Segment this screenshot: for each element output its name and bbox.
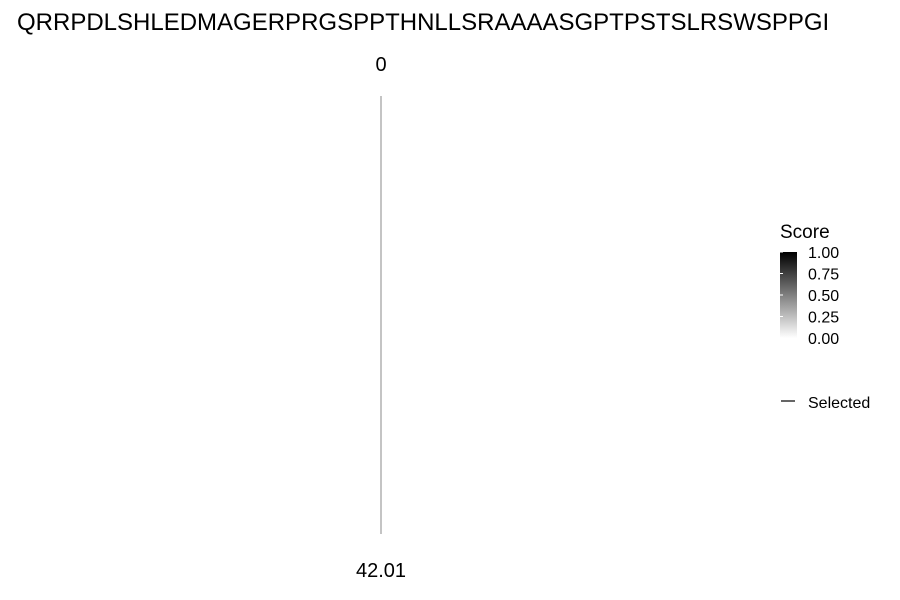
score-tick-label: 0.50 — [808, 288, 839, 305]
top-value-label: 0 — [375, 54, 386, 76]
chart-canvas: 0 42.01 Score 1.00 0.75 0.50 0.25 0.00 Selec… — [356, 54, 870, 582]
score-tick-label: 0.75 — [808, 267, 839, 284]
legend-selected-label: Selected — [808, 395, 870, 412]
legend: Score 1.00 0.75 0.50 0.25 0.00 Selected — [780, 222, 870, 412]
legend-score-title: Score — [780, 222, 830, 243]
score-tick-label: 1.00 — [808, 245, 839, 262]
score-tick-label: 0.00 — [808, 331, 839, 348]
bottom-value-label: 42.01 — [356, 560, 406, 582]
score-tick-label: 0.25 — [808, 310, 839, 327]
